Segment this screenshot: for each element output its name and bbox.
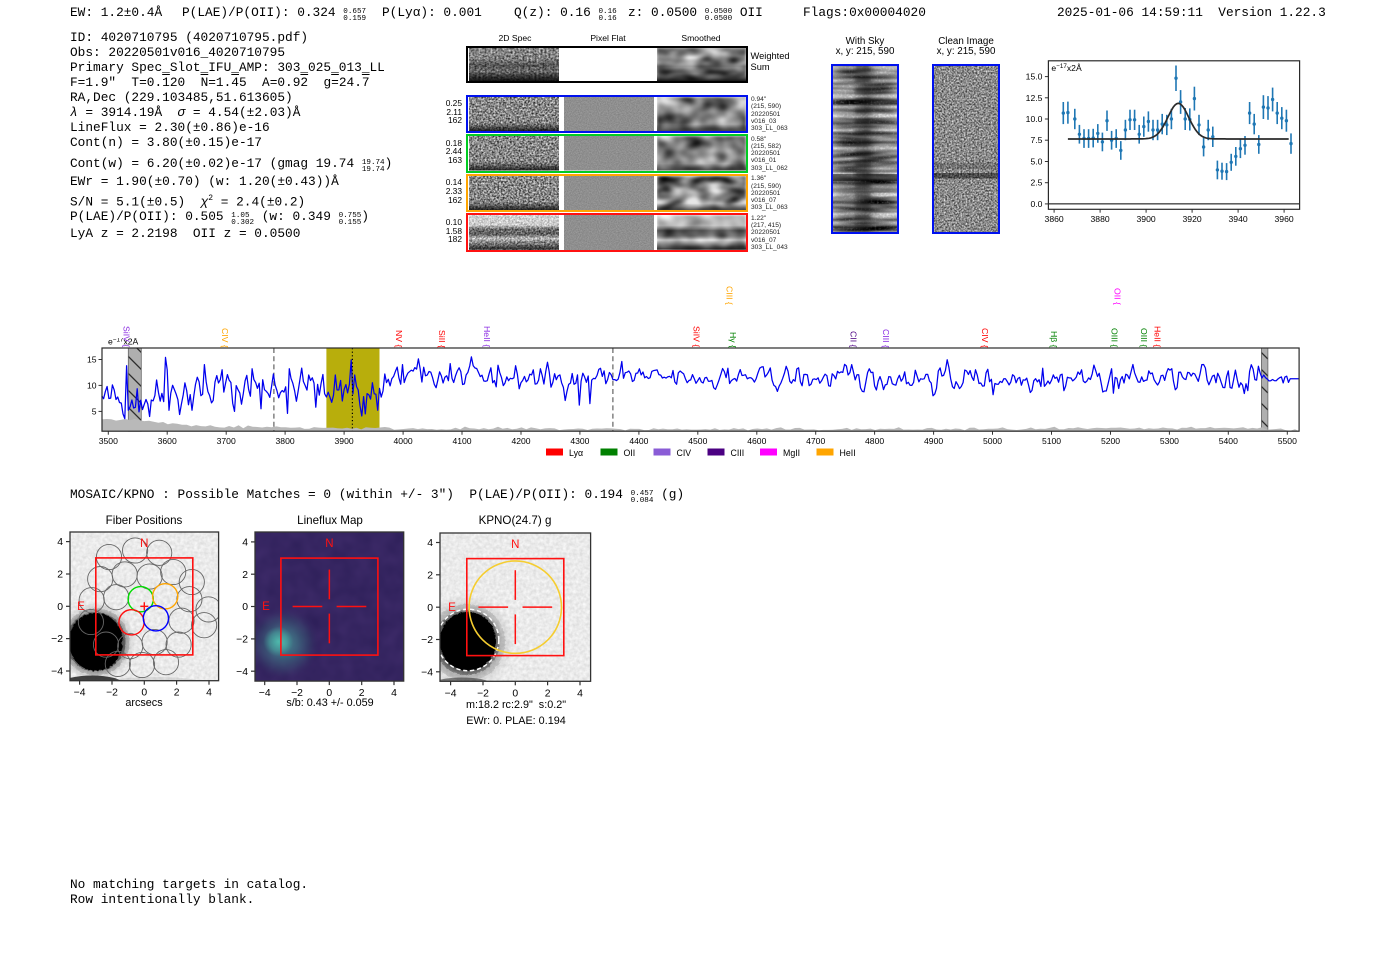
svg-text:4: 4 xyxy=(57,537,63,548)
svg-text:N: N xyxy=(326,538,334,550)
svg-text:E: E xyxy=(263,601,271,613)
svg-text:N: N xyxy=(140,538,148,550)
svg-text:5000: 5000 xyxy=(983,436,1002,446)
svg-text:5500: 5500 xyxy=(1278,436,1297,446)
svg-text:E: E xyxy=(77,601,85,613)
svg-text:5400: 5400 xyxy=(1219,436,1238,446)
svg-text:3800: 3800 xyxy=(275,436,294,446)
svg-text:5300: 5300 xyxy=(1160,436,1179,446)
svg-text:4: 4 xyxy=(577,688,583,699)
svg-text:4: 4 xyxy=(428,538,434,549)
svg-text:3900: 3900 xyxy=(334,436,353,446)
svg-text:5: 5 xyxy=(92,407,97,417)
svg-text:3960: 3960 xyxy=(1275,214,1294,224)
svg-text:0: 0 xyxy=(57,602,63,613)
svg-text:2: 2 xyxy=(57,570,63,581)
svg-text:2: 2 xyxy=(428,570,434,581)
svg-text:7.5: 7.5 xyxy=(1030,135,1042,145)
svg-text:Lyα: Lyα xyxy=(569,448,583,458)
svg-text:3900: 3900 xyxy=(1137,214,1156,224)
svg-text:2: 2 xyxy=(545,688,551,699)
svg-text:4100: 4100 xyxy=(452,436,471,446)
svg-text:4900: 4900 xyxy=(924,436,943,446)
svg-text:−2: −2 xyxy=(477,688,489,699)
svg-text:15.0: 15.0 xyxy=(1026,72,1043,82)
svg-text:3920: 3920 xyxy=(1183,214,1202,224)
svg-text:CIV: CIV xyxy=(677,448,692,458)
svg-text:e−17x2Å: e−17x2Å xyxy=(1051,63,1082,73)
svg-text:0.0: 0.0 xyxy=(1030,199,1042,209)
svg-text:−4: −4 xyxy=(237,666,249,677)
svg-text:4000: 4000 xyxy=(393,436,412,446)
svg-text:15: 15 xyxy=(87,355,97,365)
svg-text:5.0: 5.0 xyxy=(1030,157,1042,167)
svg-text:CIII: CIII xyxy=(731,448,745,458)
svg-text:5200: 5200 xyxy=(1101,436,1120,446)
svg-text:3600: 3600 xyxy=(158,436,177,446)
svg-text:3880: 3880 xyxy=(1091,214,1110,224)
svg-text:−2: −2 xyxy=(237,634,249,645)
svg-text:MgII: MgII xyxy=(783,448,800,458)
svg-text:−4: −4 xyxy=(51,667,63,678)
svg-text:2: 2 xyxy=(243,569,249,580)
svg-text:4: 4 xyxy=(243,537,249,548)
svg-text:−2: −2 xyxy=(51,634,63,645)
svg-text:N: N xyxy=(511,539,519,551)
svg-text:−4: −4 xyxy=(445,688,457,699)
svg-text:−2: −2 xyxy=(421,635,433,646)
svg-text:10: 10 xyxy=(87,381,97,391)
svg-text:−4: −4 xyxy=(421,667,433,678)
svg-text:HeII: HeII xyxy=(840,448,856,458)
svg-text:0: 0 xyxy=(243,602,249,613)
svg-text:0: 0 xyxy=(428,602,434,613)
svg-text:3700: 3700 xyxy=(217,436,236,446)
svg-text:12.5: 12.5 xyxy=(1026,93,1043,103)
svg-text:3940: 3940 xyxy=(1229,214,1248,224)
svg-text:3500: 3500 xyxy=(99,436,118,446)
svg-text:10.0: 10.0 xyxy=(1026,114,1043,124)
svg-text:2.5: 2.5 xyxy=(1030,178,1042,188)
svg-text:0: 0 xyxy=(513,688,519,699)
svg-text:OII: OII xyxy=(624,448,636,458)
svg-text:4200: 4200 xyxy=(511,436,530,446)
svg-text:E: E xyxy=(448,602,456,614)
svg-text:3860: 3860 xyxy=(1045,214,1064,224)
svg-text:5100: 5100 xyxy=(1042,436,1061,446)
